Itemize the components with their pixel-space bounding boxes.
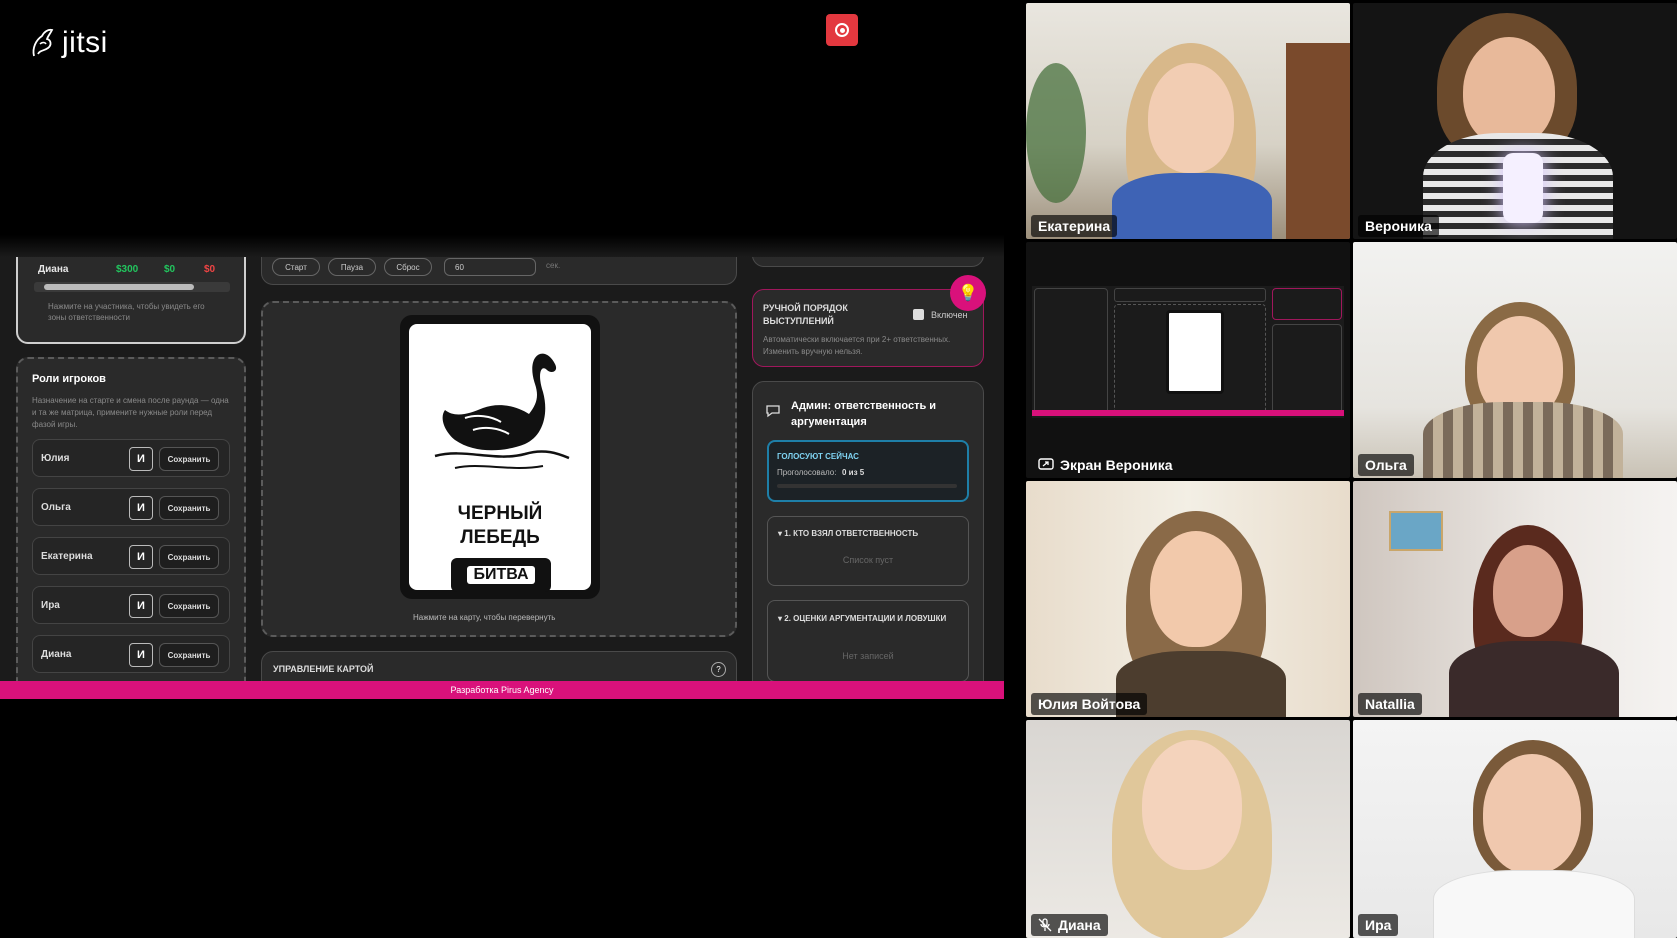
scrollbar[interactable] (34, 282, 230, 292)
manual-order-checkbox[interactable] (913, 309, 924, 320)
card-panel: ЧЕРНЫЙ ЛЕБЕДЬ БИТВА Нажмите на карту, чт… (261, 301, 737, 637)
pause-button[interactable]: Пауза (328, 258, 376, 276)
role-select[interactable]: И (129, 447, 153, 471)
manual-order-title: РУЧНОЙ ПОРЯДОК ВЫСТУПЛЕНИЙ (763, 303, 848, 326)
participant-tile[interactable]: Natallia (1353, 481, 1677, 717)
admin-panel: Админ: ответственность и аргументация ГО… (752, 381, 984, 699)
role-select[interactable]: И (129, 643, 153, 667)
participant-name: Диана (1031, 914, 1108, 936)
roles-title: Роли игроков (32, 373, 106, 385)
jitsi-logo-icon (32, 28, 54, 57)
participant-tile[interactable]: Диана (1026, 720, 1350, 938)
footer-bar: Разработка Pirus Agency (0, 681, 1004, 699)
mic-muted-icon (1038, 918, 1052, 932)
save-button[interactable]: Сохранить (159, 594, 219, 618)
argumentation-section[interactable]: ▾ 2. ОЦЕНКИ АРГУМЕНТАЦИИ И ЛОВУШКИ Нет з… (767, 600, 969, 682)
admin-title: Админ: ответственность и аргументация (791, 400, 937, 428)
shared-screen: Диана $300 $0 $0 Нажмите на участника, ч… (0, 257, 1004, 699)
responsibility-section[interactable]: ▾ 1. КТО ВЗЯЛ ОТВЕТСТВЕННОСТЬ Список пус… (767, 516, 969, 586)
participant-tile[interactable]: Екатерина (1026, 3, 1350, 239)
section1-empty: Список пуст (842, 555, 894, 565)
jitsi-logo: jitsi (30, 26, 108, 60)
participant-name: Вероника (1358, 215, 1439, 237)
role-player-name: Юлия (41, 453, 70, 464)
participant-name: Экран Вероника (1031, 454, 1180, 476)
save-button[interactable]: Сохранить (159, 545, 219, 569)
logo-text: jitsi (62, 26, 108, 59)
role-row: Ира И Сохранить (32, 586, 230, 624)
voting-progress (777, 484, 957, 488)
lightbulb-icon[interactable]: 💡 (950, 275, 986, 311)
black-swan-icon (434, 353, 570, 469)
reset-button[interactable]: Сброс (384, 258, 432, 276)
participant-tile[interactable]: Ира (1353, 720, 1677, 938)
save-button[interactable]: Сохранить (159, 496, 219, 520)
chat-bubble-icon (766, 405, 780, 418)
record-icon (835, 23, 849, 37)
save-button[interactable]: Сохранить (159, 447, 219, 471)
timer-unit: сек. (546, 261, 561, 270)
record-button[interactable] (826, 14, 858, 46)
voted-value: 0 из 5 (842, 468, 865, 477)
role-player-name: Диана (41, 649, 72, 660)
player-hint: Нажмите на участника, чтобы увидеть его … (48, 302, 205, 322)
role-row: Екатерина И Сохранить (32, 537, 230, 575)
role-player-name: Ольга (41, 502, 71, 513)
voting-title: ГОЛОСУЮТ СЕЙЧАС (777, 452, 859, 461)
participant-name: Ольга (1358, 454, 1414, 476)
role-row: Диана И Сохранить (32, 635, 230, 673)
section2-title: ▾ 2. ОЦЕНКИ АРГУМЕНТАЦИИ И ЛОВУШКИ (778, 614, 947, 623)
participant-tile[interactable]: Вероника (1353, 3, 1677, 239)
role-select[interactable]: И (129, 594, 153, 618)
screen-share-icon (1038, 458, 1054, 470)
role-select[interactable]: И (129, 545, 153, 569)
participant-name: Юлия Войтова (1031, 693, 1148, 715)
manual-order-description: Автоматически включается при 2+ ответств… (763, 335, 951, 356)
section1-title: ▾ 1. КТО ВЗЯЛ ОТВЕТСТВЕННОСТЬ (778, 529, 919, 538)
save-button[interactable]: Сохранить (159, 643, 219, 667)
role-player-name: Ира (41, 600, 60, 611)
share-top-fade (0, 235, 1004, 257)
role-row: Юлия И Сохранить (32, 439, 230, 477)
player-name: Диана (38, 264, 69, 275)
manual-order-toggle-label: Включен (931, 310, 968, 320)
role-player-name: Екатерина (41, 551, 93, 562)
role-select[interactable]: И (129, 496, 153, 520)
card-hint: Нажмите на карту, чтобы перевернуть (413, 613, 556, 622)
section2-empty: Нет записей (842, 651, 894, 661)
amount-2: $0 (164, 264, 176, 275)
roles-panel: Роли игроков Назначение на старте и смен… (16, 357, 246, 699)
voting-box: ГОЛОСУЮТ СЕЙЧАС Проголосовало: 0 из 5 (767, 440, 969, 502)
voted-label: Проголосовало: (777, 468, 837, 477)
card-title: ЧЕРНЫЙ ЛЕБЕДЬ (457, 503, 543, 548)
screen-share-tile[interactable]: Экран Вероника (1026, 242, 1350, 478)
timer-panel: Старт Пауза Сброс 60 сек. (261, 257, 737, 285)
participant-tile[interactable]: Ольга (1353, 242, 1677, 478)
player-summary-panel[interactable]: Диана $300 $0 $0 Нажмите на участника, ч… (16, 257, 246, 344)
battle-badge: БИТВА (451, 558, 551, 592)
manual-order-panel: РУЧНОЙ ПОРЯДОК ВЫСТУПЛЕНИЙ Включен Автом… (752, 289, 984, 367)
game-card[interactable]: ЧЕРНЫЙ ЛЕБЕДЬ БИТВА (400, 315, 600, 599)
timer-input[interactable]: 60 (444, 258, 536, 276)
start-button[interactable]: Старт (272, 258, 320, 276)
amount-3: $0 (204, 264, 216, 275)
role-row: Ольга И Сохранить (32, 488, 230, 526)
roles-description: Назначение на старте и смена после раунд… (32, 396, 229, 429)
right-top-panel (752, 257, 984, 267)
participant-name: Natallia (1358, 693, 1422, 715)
amount-1: $300 (116, 264, 139, 275)
card-control-title: УПРАВЛЕНИЕ КАРТОЙ (273, 664, 374, 674)
help-icon[interactable]: ? (711, 662, 726, 677)
participant-tile[interactable]: Юлия Войтова (1026, 481, 1350, 717)
participant-name: Ира (1358, 914, 1399, 936)
participant-name: Екатерина (1031, 215, 1118, 237)
